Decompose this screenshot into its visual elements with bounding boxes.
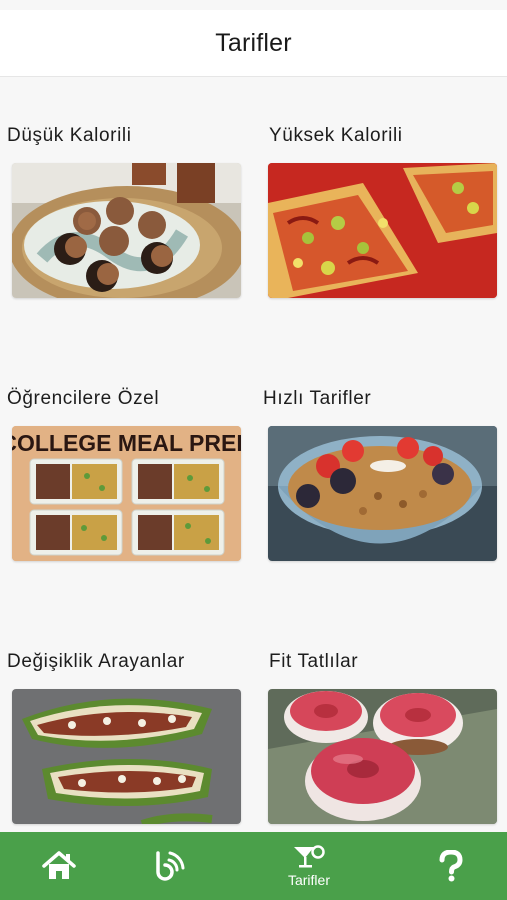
meal-prep-photo: COLLEGE MEAL PREP (12, 426, 241, 561)
home-icon (42, 851, 76, 879)
category-label-degisiklik-arayanlar[interactable]: Değişiklik Arayanlar (7, 651, 185, 673)
tab-tarifler[interactable]: Tarifler (272, 832, 346, 900)
svg-text:COLLEGE MEAL PREP: COLLEGE MEAL PREP (12, 430, 241, 456)
category-label-fit-tatlilar[interactable]: Fit Tatlılar (269, 651, 358, 673)
stuffed-zucchini-photo (12, 689, 241, 824)
question-icon (439, 850, 463, 882)
tab-help[interactable] (414, 832, 488, 900)
jelly-donuts-photo (268, 689, 497, 824)
feed-icon (156, 851, 185, 881)
page-title: Tarifler (215, 28, 292, 57)
cocktail-icon (294, 845, 325, 868)
category-label-ogrencilere-ozel[interactable]: Öğrencilere Özel (7, 388, 159, 410)
tab-label-tarifler: Tarifler (287, 872, 330, 888)
category-label-dusuk-kalorili[interactable]: Düşük Kalorili (7, 125, 132, 147)
category-image-ogrencilere-ozel[interactable]: COLLEGE MEAL PREP (12, 426, 241, 561)
category-image-dusuk-kalorili[interactable] (12, 163, 241, 298)
tab-home[interactable] (22, 832, 96, 900)
pepper-pizza-photo (268, 163, 497, 298)
category-image-yuksek-kalorili[interactable] (268, 163, 497, 298)
granola-bowl-photo (268, 426, 497, 561)
cookies-plate-photo (12, 163, 241, 298)
header: Tarifler (0, 10, 507, 77)
category-image-degisiklik-arayanlar[interactable] (12, 689, 241, 824)
category-image-fit-tatlilar[interactable] (268, 689, 497, 824)
tab-feed[interactable] (132, 832, 206, 900)
bottom-tab-bar: Tarifler (0, 832, 507, 900)
category-label-hizli-tarifler[interactable]: Hızlı Tarifler (263, 388, 371, 410)
category-label-yuksek-kalorili[interactable]: Yüksek Kalorili (269, 125, 403, 147)
category-image-hizli-tarifler[interactable] (268, 426, 497, 561)
status-bar (0, 0, 507, 10)
